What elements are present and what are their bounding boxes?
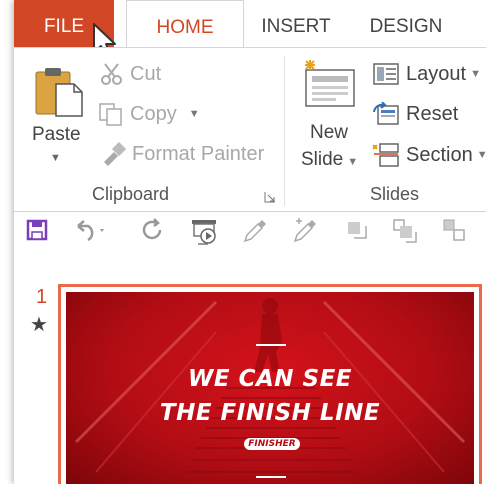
new-slide-icon[interactable] bbox=[300, 58, 358, 110]
tab-home[interactable]: HOME bbox=[126, 0, 244, 48]
ribbon-home: Paste ▼ Cut Copy ▼ Format Painter Clipbo… bbox=[14, 47, 486, 212]
start-from-beginning-icon[interactable] bbox=[190, 218, 220, 246]
section-icon bbox=[372, 143, 399, 167]
slide-bottom-dash bbox=[256, 476, 286, 478]
layout-dropdown-icon: ▼ bbox=[470, 68, 481, 80]
powerpoint-window: FILE HOME INSERT DESIGN Paste ▼ Cut Copy… bbox=[14, 0, 486, 484]
paste-label[interactable]: Paste bbox=[32, 124, 81, 146]
slide-top-dash bbox=[256, 344, 286, 346]
slide-title-line-1: WE CAN SEE bbox=[187, 366, 352, 392]
send-backward-icon[interactable] bbox=[392, 218, 420, 244]
slide-thumbnail[interactable]: WE CAN SEE THE FINISH LINE FINISHER bbox=[58, 284, 482, 484]
scissors-icon bbox=[101, 63, 122, 85]
copy-icon bbox=[99, 103, 122, 126]
redo-icon[interactable] bbox=[140, 218, 166, 242]
animation-star-icon: ★ bbox=[30, 314, 48, 336]
section-dropdown-icon: ▼ bbox=[476, 149, 486, 161]
reset-label: Reset bbox=[406, 102, 459, 125]
cut-label: Cut bbox=[130, 62, 162, 85]
dialog-launcher-icon[interactable] bbox=[264, 191, 276, 203]
new-slide-dropdown-icon: ▼ bbox=[347, 156, 359, 168]
new-slide-label-1[interactable]: New bbox=[310, 122, 348, 144]
new-slide-label-2[interactable]: Slide ▼ bbox=[301, 149, 358, 171]
ribbon-tabs: FILE HOME INSERT DESIGN bbox=[14, 0, 486, 48]
finisher-badge: FINISHER bbox=[244, 438, 300, 450]
eyedropper-icon[interactable] bbox=[242, 218, 270, 244]
eyedropper-fill-icon[interactable] bbox=[292, 218, 320, 244]
paintbrush-icon bbox=[104, 142, 126, 166]
group-separator bbox=[284, 56, 285, 206]
layout-label: Layout bbox=[406, 62, 467, 85]
bring-forward-icon[interactable] bbox=[344, 218, 370, 244]
reset-button[interactable]: Reset bbox=[372, 102, 458, 126]
paste-dropdown-icon[interactable]: ▼ bbox=[50, 152, 61, 164]
slide-background: WE CAN SEE THE FINISH LINE FINISHER bbox=[66, 292, 474, 484]
format-painter-label: Format Painter bbox=[132, 142, 265, 165]
new-slide-text: Slide bbox=[301, 149, 344, 170]
tab-insert[interactable]: INSERT bbox=[246, 0, 346, 48]
layout-icon bbox=[373, 63, 399, 85]
slide-number: 1 bbox=[36, 286, 48, 308]
slides-group-label: Slides bbox=[370, 184, 420, 204]
copy-dropdown-icon[interactable]: ▼ bbox=[189, 108, 200, 120]
copy-label: Copy bbox=[130, 102, 177, 125]
cut-button[interactable]: Cut bbox=[100, 62, 161, 86]
clipboard-group-label: Clipboard bbox=[92, 184, 170, 204]
section-label: Section bbox=[406, 143, 473, 166]
save-icon[interactable] bbox=[26, 218, 48, 242]
format-painter-button[interactable]: Format Painter bbox=[100, 142, 264, 166]
paste-icon[interactable] bbox=[34, 64, 86, 118]
reset-icon bbox=[373, 102, 399, 125]
slide-title-line-2: THE FINISH LINE bbox=[159, 400, 381, 426]
group-objects-icon[interactable] bbox=[442, 218, 470, 244]
copy-button[interactable]: Copy ▼ bbox=[98, 102, 200, 126]
section-button[interactable]: Section ▼ bbox=[372, 142, 486, 168]
undo-icon[interactable] bbox=[74, 218, 108, 242]
tab-design[interactable]: DESIGN bbox=[360, 0, 452, 48]
layout-button[interactable]: Layout ▼ bbox=[372, 62, 481, 86]
